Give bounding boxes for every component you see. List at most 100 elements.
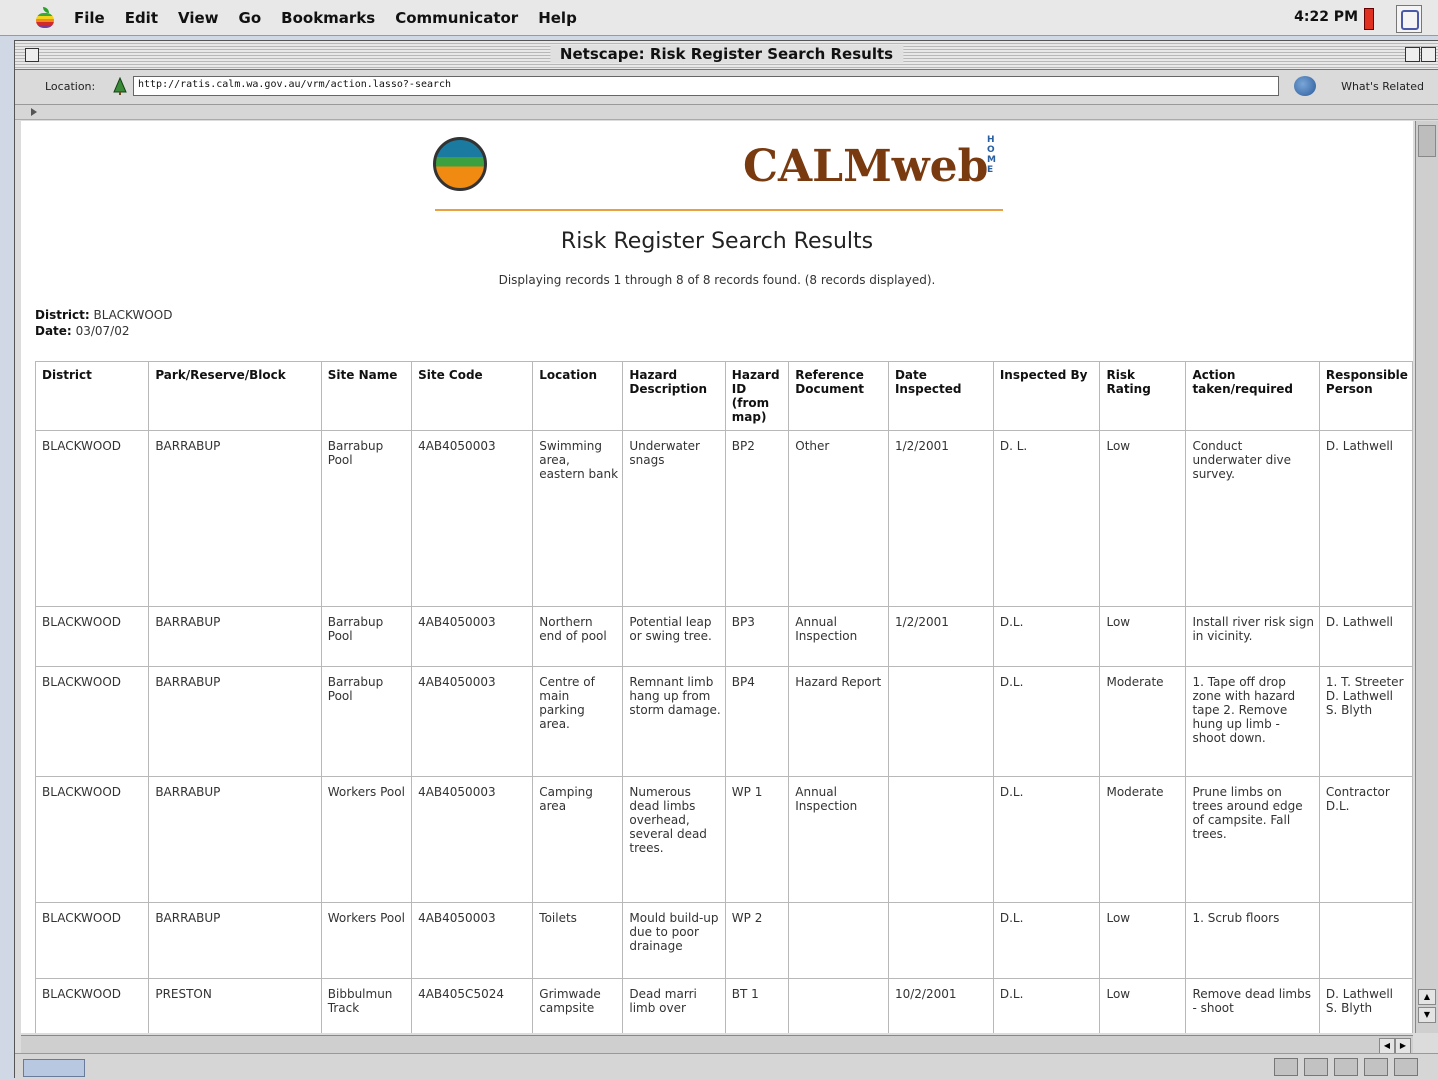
whats-related-button[interactable]: What's Related: [1341, 80, 1424, 93]
table-cell: D. Lathwell S. Blyth: [1318, 978, 1413, 1033]
column-header: Hazard Description: [622, 361, 726, 431]
table-cell: Barrabup Pool: [320, 430, 413, 607]
discussions-icon[interactable]: [1334, 1058, 1358, 1076]
scroll-up-arrow-icon[interactable]: ▲: [1418, 989, 1436, 1005]
page-proxy-icon[interactable]: [113, 77, 127, 95]
table-cell: D. L.: [992, 430, 1101, 607]
navigator-icon[interactable]: [1274, 1058, 1298, 1076]
date-label: Date:: [35, 324, 72, 338]
table-cell: Annual Inspection: [788, 606, 889, 667]
table-cell: D.L.: [992, 902, 1101, 979]
application-menu-icon[interactable]: [1396, 5, 1422, 33]
table-cell: BARRABUP: [148, 666, 322, 777]
window-titlebar[interactable]: Netscape: Risk Register Search Results: [15, 41, 1438, 70]
column-header: Inspected By: [992, 361, 1101, 431]
menubar-clock: 4:22 PM: [1294, 9, 1358, 25]
table-cell: BLACKWOOD: [34, 978, 150, 1033]
scroll-right-arrow-icon[interactable]: ▶: [1395, 1038, 1411, 1054]
component-bar: [1274, 1058, 1418, 1076]
vertical-scroll-thumb[interactable]: [1418, 125, 1436, 157]
table-cell: Camping area: [532, 776, 624, 903]
table-cell: D.L.: [992, 666, 1101, 777]
table-cell: Barrabup Pool: [320, 666, 413, 777]
page-content: CALMweb HOME Risk Register Search Result…: [21, 121, 1413, 1033]
menu-file[interactable]: File: [74, 9, 105, 27]
status-bar: [15, 1053, 1438, 1080]
scroll-left-arrow-icon[interactable]: ◀: [1379, 1038, 1395, 1054]
table-cell: D.L.: [992, 776, 1101, 903]
expand-toolbar-icon[interactable]: [31, 108, 37, 116]
menu-bookmarks[interactable]: Bookmarks: [281, 9, 375, 27]
table-cell: WP 1: [724, 776, 790, 903]
menu-edit[interactable]: Edit: [125, 9, 158, 27]
table-cell: BLACKWOOD: [34, 430, 150, 607]
column-header: Hazard ID (from map): [724, 361, 790, 431]
table-cell: Conduct underwater dive survey.: [1185, 430, 1320, 607]
table-cell: [1318, 902, 1413, 979]
table-cell: Other: [788, 430, 889, 607]
table-cell: [887, 902, 994, 979]
window-title: Netscape: Risk Register Search Results: [549, 45, 904, 63]
table-cell: BARRABUP: [148, 776, 322, 903]
table-row: BLACKWOOD BARRABUP Barrabup Pool 4AB4050003…: [34, 666, 1413, 777]
table-cell: Bibbulmun Track: [320, 978, 413, 1033]
table-cell: BP4: [724, 666, 790, 777]
table-cell: [788, 978, 889, 1033]
table-row: BLACKWOOD BARRABUP Barrabup Pool 4AB4050003…: [34, 430, 1413, 607]
menu-go[interactable]: Go: [239, 9, 262, 27]
date-value: 03/07/02: [75, 324, 130, 338]
column-header: District: [34, 361, 150, 431]
table-cell: Barrabup Pool: [320, 606, 413, 667]
table-cell: Low: [1099, 902, 1187, 979]
memory-indicator-icon: [1364, 8, 1374, 30]
table-cell: Low: [1099, 978, 1187, 1033]
table-cell: Northern end of pool: [532, 606, 624, 667]
menu-help[interactable]: Help: [538, 9, 577, 27]
table-cell: WP 2: [724, 902, 790, 979]
district-value: BLACKWOOD: [93, 308, 173, 322]
vertical-scrollbar[interactable]: ▲ ▼: [1415, 121, 1438, 1033]
security-status-icon[interactable]: [23, 1059, 85, 1077]
table-cell: Low: [1099, 430, 1187, 607]
table-cell: Hazard Report: [788, 666, 889, 777]
menu-communicator[interactable]: Communicator: [395, 9, 518, 27]
header-divider: [435, 209, 1003, 211]
whats-related-icon[interactable]: [1294, 76, 1316, 96]
location-label: Location:: [45, 80, 96, 93]
column-header: Action taken/required: [1185, 361, 1320, 431]
table-cell: Centre of main parking area.: [532, 666, 624, 777]
apple-menu-icon[interactable]: [34, 6, 56, 29]
personal-toolbar: [15, 105, 1438, 120]
calmweb-logo[interactable]: CALMweb: [743, 141, 988, 192]
table-cell: PRESTON: [148, 978, 322, 1033]
composer-icon[interactable]: [1364, 1058, 1388, 1076]
column-header: Risk Rating: [1099, 361, 1187, 431]
page-title: Risk Register Search Results: [560, 229, 874, 254]
mail-icon[interactable]: [1304, 1058, 1328, 1076]
table-cell: 4AB4050003: [411, 902, 534, 979]
location-bar: Location: http://ratis.calm.wa.gov.au/vr…: [15, 70, 1438, 105]
menu-view[interactable]: View: [178, 9, 219, 27]
collapse-box-icon[interactable]: [1421, 47, 1436, 62]
column-header: Park/Reserve/Block: [148, 361, 322, 431]
table-cell: D. Lathwell: [1318, 606, 1413, 667]
table-cell: [788, 902, 889, 979]
close-box-icon[interactable]: [25, 48, 39, 62]
location-url-input[interactable]: http://ratis.calm.wa.gov.au/vrm/action.l…: [133, 76, 1279, 96]
scroll-down-arrow-icon[interactable]: ▼: [1418, 1007, 1436, 1023]
table-cell: 4AB4050003: [411, 776, 534, 903]
edit-page-icon[interactable]: [1394, 1058, 1418, 1076]
table-cell: D.L.: [992, 606, 1101, 667]
table-row: BLACKWOOD BARRABUP Barrabup Pool 4AB4050003…: [34, 606, 1413, 667]
column-header: Site Code: [411, 361, 534, 431]
table-cell: BT 1: [724, 978, 790, 1033]
horizontal-scrollbar[interactable]: ◀ ▶: [21, 1035, 1413, 1054]
zoom-box-icon[interactable]: [1405, 47, 1420, 62]
table-cell: Remnant limb hang up from storm damage.: [622, 666, 726, 777]
table-cell: 4AB4050003: [411, 606, 534, 667]
home-link[interactable]: HOME: [987, 135, 997, 175]
table-cell: 4AB4050003: [411, 430, 534, 607]
table-cell: Underwater snags: [622, 430, 726, 607]
column-header: Date Inspected: [887, 361, 994, 431]
table-cell: 1. Tape off drop zone with hazard tape 2…: [1185, 666, 1320, 777]
